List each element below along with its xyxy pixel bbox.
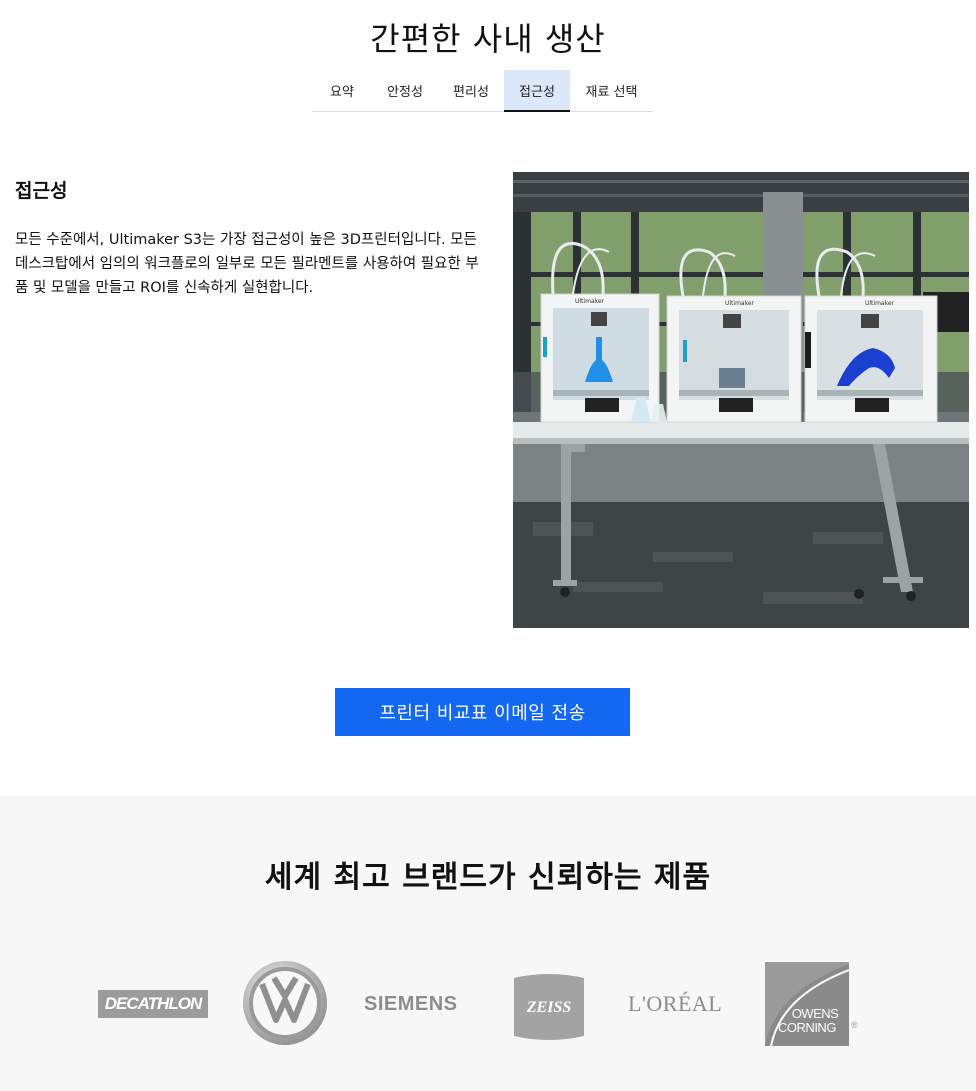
brands-title: 세계 최고 브랜드가 신뢰하는 제품 <box>264 860 712 895</box>
section-tabs: 요약 안정성 편리성 접근성 재료 선택 <box>312 70 653 112</box>
printer-brand-label-1: Ultimaker <box>575 298 605 305</box>
section-heading: 접근성 <box>15 180 68 202</box>
tab-stability[interactable]: 안정성 <box>372 70 438 111</box>
section-body: 모든 수준에서, Ultimaker S3는 가장 접근성이 높은 3D프린터입… <box>15 232 479 296</box>
hero-image: Ultimaker Ultimaker Ultimaker <box>513 172 969 628</box>
owens-corning-logo: OWENS CORNING <box>765 962 850 1047</box>
tab-accessibility[interactable]: 접근성 <box>504 70 570 112</box>
zeiss-logo: ZEISS <box>514 972 584 1042</box>
zeiss-logo-text: ZEISS <box>526 999 572 1016</box>
printer-brand-label-3: Ultimaker <box>865 300 895 307</box>
page-title: 간편한 사내 생산 <box>370 20 606 58</box>
email-comparison-button[interactable]: 프린터 비교표 이메일 전송 <box>335 688 630 736</box>
loreal-logo: L'ORÉAL <box>628 991 723 1016</box>
owens-logo-line1: OWENS <box>792 1006 839 1021</box>
decathlon-logo: DECATHLON <box>98 990 208 1018</box>
tab-summary[interactable]: 요약 <box>312 70 372 111</box>
trusted-brands-section: 세계 최고 브랜드가 신뢰하는 제품 DECATHLON SIEMENS ZEI… <box>0 796 976 1091</box>
printer-brand-label-2: Ultimaker <box>725 300 755 307</box>
tab-material-selection[interactable]: 재료 선택 <box>570 70 653 111</box>
registered-mark: ® <box>851 1020 858 1030</box>
owens-logo-line2: CORNING <box>778 1020 836 1035</box>
tab-convenience[interactable]: 편리성 <box>438 70 504 111</box>
volkswagen-logo <box>242 960 328 1046</box>
siemens-logo: SIEMENS <box>364 992 458 1015</box>
